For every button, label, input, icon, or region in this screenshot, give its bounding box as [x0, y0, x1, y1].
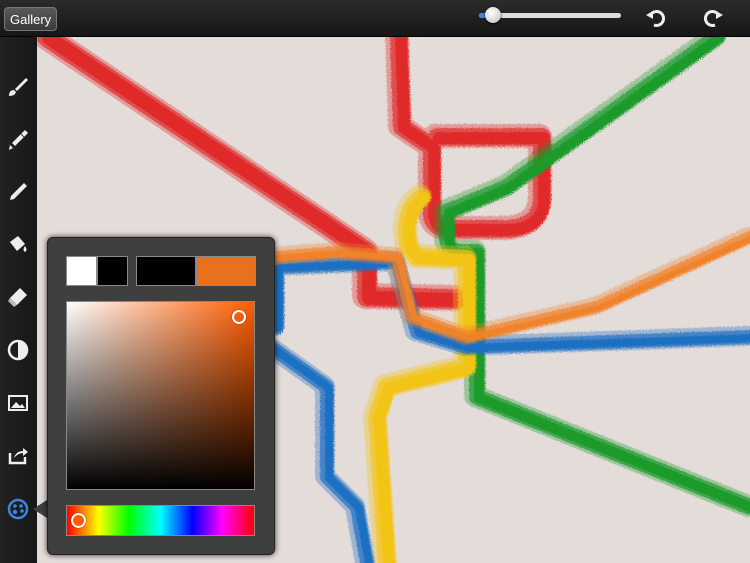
brush-size-slider[interactable] — [479, 7, 621, 23]
eraser-icon[interactable] — [6, 285, 30, 309]
image-icon[interactable] — [6, 391, 30, 415]
redo-icon[interactable] — [702, 7, 724, 29]
brush-icon[interactable] — [6, 75, 30, 99]
saturation-marker[interactable] — [232, 309, 247, 324]
share-icon[interactable] — [6, 443, 30, 467]
hue-slider[interactable] — [66, 505, 255, 536]
layers-icon[interactable] — [6, 338, 30, 362]
slider-thumb[interactable] — [485, 7, 502, 23]
saturation-brightness-picker[interactable] — [66, 301, 255, 490]
current-color-swatch[interactable] — [196, 256, 256, 286]
primary-color-swatch[interactable] — [66, 256, 97, 286]
color-picker-popover — [47, 237, 275, 555]
color-palette-icon[interactable] — [6, 497, 30, 521]
previous-color-swatch[interactable] — [136, 256, 196, 286]
undo-icon[interactable] — [645, 7, 667, 29]
pencil-icon[interactable] — [6, 180, 30, 204]
fill-bucket-icon[interactable] — [6, 232, 30, 256]
top-toolbar: Gallery — [0, 0, 750, 37]
secondary-color-swatch[interactable] — [97, 256, 128, 286]
hue-marker[interactable] — [71, 513, 87, 528]
smudge-icon[interactable] — [6, 128, 30, 152]
tool-sidebar — [0, 37, 37, 563]
metro-line-stroke — [434, 37, 750, 517]
popover-arrow — [33, 500, 47, 518]
gallery-button[interactable]: Gallery — [4, 7, 58, 31]
